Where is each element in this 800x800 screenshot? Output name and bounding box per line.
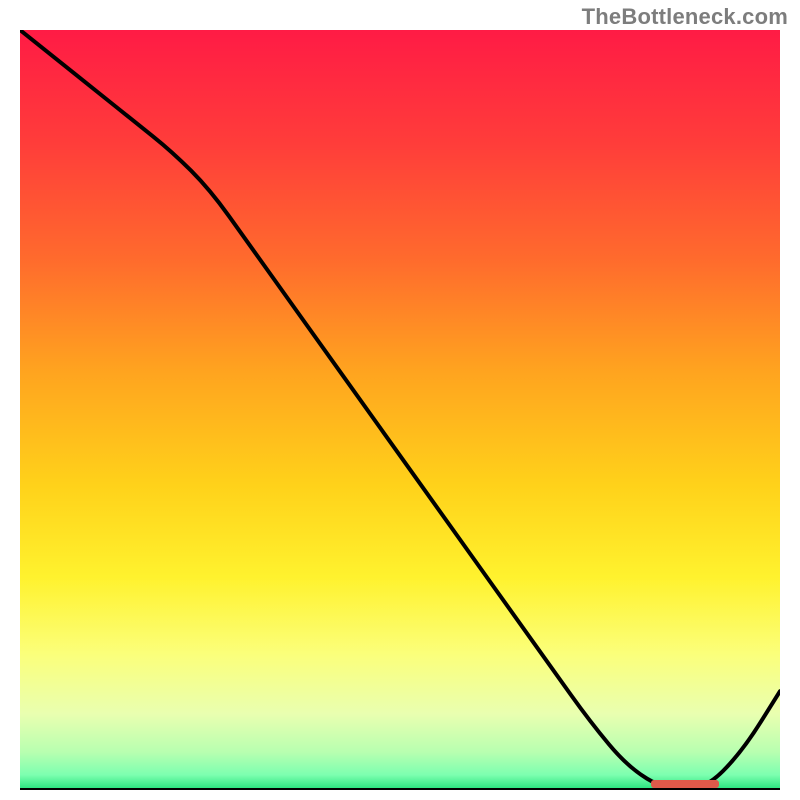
optimum-marker	[651, 780, 719, 788]
chart-svg	[20, 30, 780, 790]
gradient-background	[20, 30, 780, 790]
watermark-text: TheBottleneck.com	[582, 4, 788, 30]
plot-area	[20, 30, 780, 790]
bottleneck-chart: TheBottleneck.com	[0, 0, 800, 800]
